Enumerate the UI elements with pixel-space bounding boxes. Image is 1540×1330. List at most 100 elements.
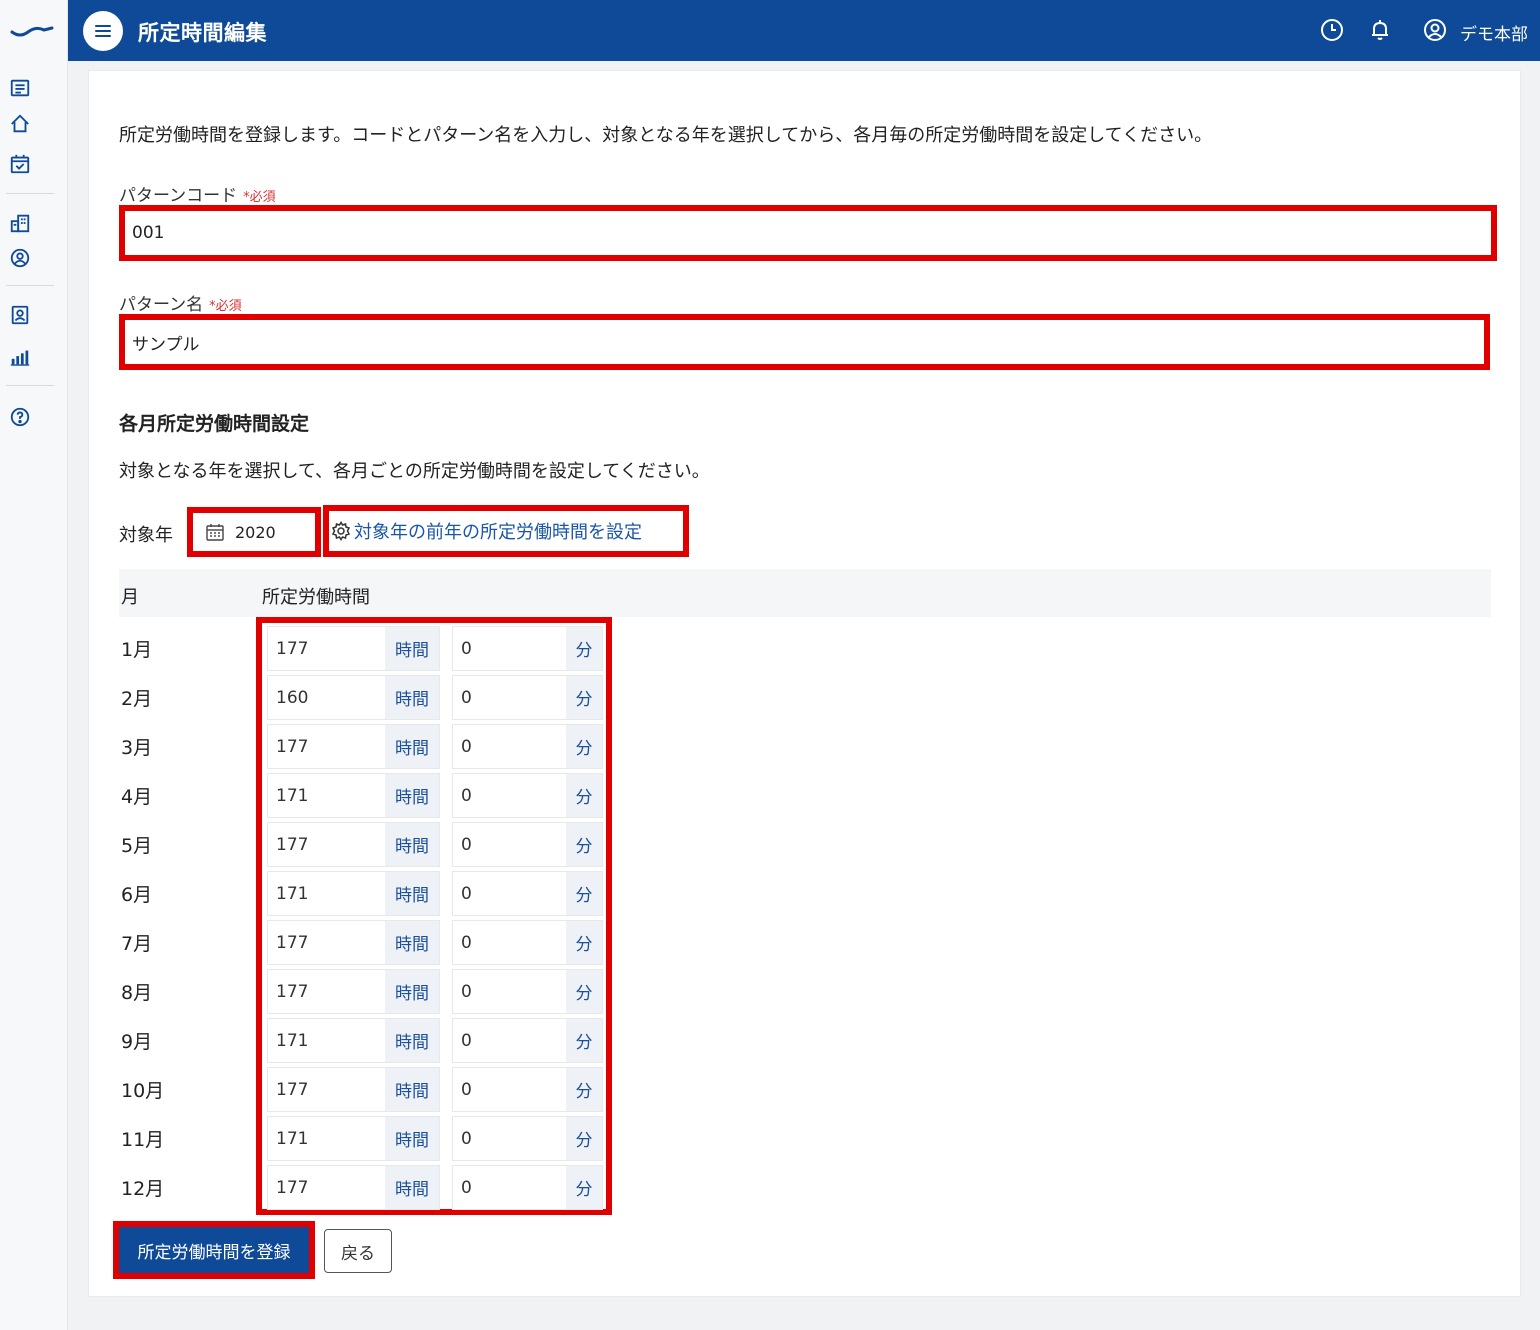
hours-unit-addon: 時間 bbox=[385, 970, 439, 1013]
hours-unit-addon: 時間 bbox=[385, 921, 439, 964]
copy-previous-year-label: 対象年の前年の所定労働時間を設定 bbox=[354, 522, 642, 543]
hours-unit-addon: 時間 bbox=[385, 774, 439, 817]
hours-input[interactable]: 171 bbox=[268, 872, 385, 915]
hours-input[interactable]: 177 bbox=[268, 627, 385, 670]
register-button[interactable]: 所定労働時間を登録 bbox=[113, 1221, 315, 1279]
month-label: 9月 bbox=[121, 1031, 153, 1053]
minutes-input[interactable]: 0 bbox=[453, 1117, 566, 1160]
minutes-input-group: 0分 bbox=[452, 969, 603, 1014]
hours-input-group: 177 時間 bbox=[267, 822, 440, 867]
pattern-name-label-text: パターン名 bbox=[119, 295, 204, 315]
sidebar-divider bbox=[6, 385, 54, 386]
list-icon[interactable] bbox=[8, 76, 32, 100]
minutes-input-group: 0分 bbox=[452, 626, 603, 671]
minutes-input[interactable]: 0 bbox=[453, 774, 566, 817]
minutes-input-group: 0分 bbox=[452, 920, 603, 965]
hours-input[interactable]: 171 bbox=[268, 1019, 385, 1062]
hours-input[interactable]: 177 bbox=[268, 725, 385, 768]
column-header-hours: 所定労働時間 bbox=[262, 587, 370, 608]
pattern-name-input[interactable]: サンプル bbox=[119, 314, 1490, 370]
month-label: 8月 bbox=[121, 982, 153, 1004]
minutes-unit-addon: 分 bbox=[566, 1117, 602, 1160]
minutes-unit-addon: 分 bbox=[566, 970, 602, 1013]
hours-input-group: 177 時間 bbox=[267, 724, 440, 769]
minutes-input[interactable]: 0 bbox=[453, 627, 566, 670]
hours-input[interactable]: 177 bbox=[268, 921, 385, 964]
hours-input[interactable]: 177 bbox=[268, 970, 385, 1013]
logo-icon[interactable] bbox=[10, 16, 56, 44]
help-icon[interactable] bbox=[8, 405, 32, 429]
minutes-input[interactable]: 0 bbox=[453, 1166, 566, 1209]
user-circle-icon[interactable] bbox=[8, 246, 32, 270]
month-row: 177 時間 0 分 bbox=[267, 626, 603, 671]
hours-input-group: 171 時間 bbox=[267, 1018, 440, 1063]
minutes-input-group: 0分 bbox=[452, 724, 603, 769]
minutes-unit-addon: 分 bbox=[566, 725, 602, 768]
bar-chart-icon[interactable] bbox=[8, 345, 32, 369]
page-title: 所定時間編集 bbox=[138, 21, 267, 45]
hours-input-group: 177 時間 bbox=[267, 969, 440, 1014]
hours-input-group: 171 時間 bbox=[267, 773, 440, 818]
month-label: 4月 bbox=[121, 786, 153, 808]
hours-input-group: 171 時間 bbox=[267, 1116, 440, 1161]
month-label: 5月 bbox=[121, 835, 153, 857]
home-icon[interactable] bbox=[8, 112, 32, 136]
section-description: 対象となる年を選択して、各月ごとの所定労働時間を設定してください。 bbox=[119, 461, 710, 482]
pattern-code-input[interactable]: 001 bbox=[119, 205, 1497, 261]
hours-unit-addon: 時間 bbox=[385, 725, 439, 768]
month-row: 171 時間 0 分 bbox=[267, 871, 603, 916]
year-value: 2020 bbox=[235, 522, 276, 542]
table-header: 月 所定労働時間 bbox=[119, 569, 1491, 617]
minutes-input[interactable]: 0 bbox=[453, 970, 566, 1013]
minutes-input[interactable]: 0 bbox=[453, 872, 566, 915]
minutes-input[interactable]: 0 bbox=[453, 1068, 566, 1111]
sidebar-divider bbox=[6, 285, 54, 286]
minutes-input[interactable]: 0 bbox=[453, 823, 566, 866]
month-label: 7月 bbox=[121, 933, 153, 955]
year-picker[interactable]: 2020 bbox=[187, 507, 321, 557]
month-row: 160 時間 0 分 bbox=[267, 675, 603, 720]
clock-icon[interactable] bbox=[1319, 17, 1345, 43]
month-row: 171 時間 0 分 bbox=[267, 1116, 603, 1161]
minutes-input-group: 0分 bbox=[452, 822, 603, 867]
month-label: 10月 bbox=[121, 1080, 165, 1102]
back-button[interactable]: 戻る bbox=[324, 1229, 392, 1273]
minutes-input[interactable]: 0 bbox=[453, 725, 566, 768]
hours-input[interactable]: 177 bbox=[268, 1166, 385, 1209]
month-row: 177 時間 0 分 bbox=[267, 969, 603, 1014]
minutes-input-group: 0分 bbox=[452, 1165, 603, 1210]
copy-previous-year-link[interactable]: 対象年の前年の所定労働時間を設定 bbox=[323, 505, 689, 557]
minutes-input-group: 0分 bbox=[452, 773, 603, 818]
minutes-input-group: 0分 bbox=[452, 871, 603, 916]
minutes-input[interactable]: 0 bbox=[453, 676, 566, 719]
account-icon[interactable] bbox=[1422, 17, 1448, 43]
hours-input[interactable]: 160 bbox=[268, 676, 385, 719]
month-label: 1月 bbox=[121, 639, 153, 661]
content-card: 所定労働時間を登録します。コードとパターン名を入力し、対象となる年を選択してから… bbox=[88, 70, 1521, 1297]
minutes-input[interactable]: 0 bbox=[453, 1019, 566, 1062]
monthly-hours-inputs: 177 時間 0 分 160 時間 0 分 177 時間 0 分 171 時間 0 分 177 時間 0 分 171 時間… bbox=[256, 617, 612, 1215]
hours-input-group: 177 時間 bbox=[267, 1067, 440, 1112]
hours-input[interactable]: 171 bbox=[268, 1117, 385, 1160]
calendar-icon bbox=[206, 524, 224, 541]
hours-input[interactable]: 177 bbox=[268, 823, 385, 866]
sidebar-divider bbox=[6, 193, 54, 194]
pattern-name-label: パターン名 *必須 bbox=[119, 290, 242, 315]
minutes-input-group: 0分 bbox=[452, 1067, 603, 1112]
user-name[interactable]: デモ本部 bbox=[1460, 20, 1528, 45]
minutes-input[interactable]: 0 bbox=[453, 921, 566, 964]
hours-unit-addon: 時間 bbox=[385, 823, 439, 866]
hours-input-group: 177 時間 bbox=[267, 626, 440, 671]
section-title: 各月所定労働時間設定 bbox=[119, 413, 310, 435]
calendar-check-icon[interactable] bbox=[8, 152, 32, 176]
hours-input[interactable]: 177 bbox=[268, 1068, 385, 1111]
bell-icon[interactable] bbox=[1367, 17, 1393, 43]
hours-unit-addon: 時間 bbox=[385, 872, 439, 915]
hours-input[interactable]: 171 bbox=[268, 774, 385, 817]
minutes-unit-addon: 分 bbox=[566, 676, 602, 719]
id-badge-icon[interactable] bbox=[8, 303, 32, 327]
month-row: 177 時間 0 分 bbox=[267, 920, 603, 965]
building-icon[interactable] bbox=[8, 211, 32, 235]
month-row: 177 時間 0 分 bbox=[267, 1165, 603, 1210]
menu-button[interactable] bbox=[83, 11, 123, 51]
